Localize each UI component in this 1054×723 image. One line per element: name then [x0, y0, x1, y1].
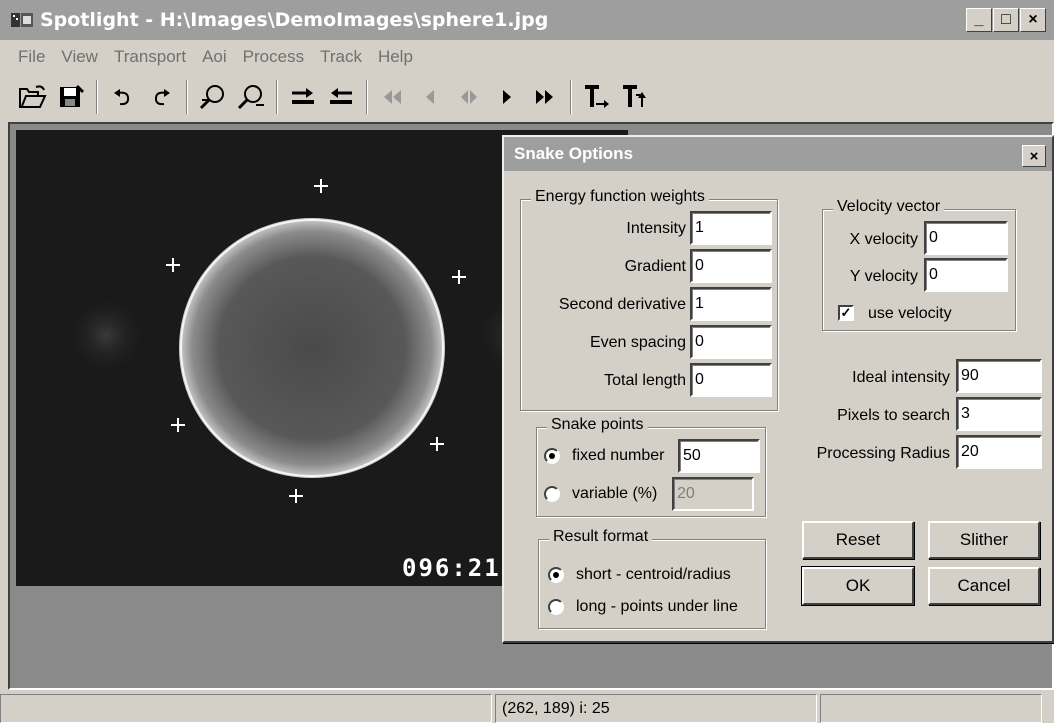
status-bar: (262, 189) i: 25	[0, 692, 1054, 723]
energy-weights-legend: Energy function weights	[531, 188, 709, 206]
menu-process[interactable]: Process	[243, 47, 304, 67]
play-icon[interactable]	[488, 79, 526, 115]
use-velocity-label: use velocity	[868, 305, 952, 322]
toolbar-separator	[96, 80, 98, 114]
dialog-title: Snake Options	[504, 137, 1052, 171]
window-title: Spotlight - H:\Images\DemoImages\sphere1…	[40, 9, 549, 31]
y-velocity-label: Y velocity	[849, 268, 918, 285]
close-button[interactable]: ×	[1020, 8, 1046, 32]
long-format-radio[interactable]	[548, 599, 564, 615]
menu-aoi[interactable]: Aoi	[202, 47, 227, 67]
toolbar	[0, 76, 1054, 118]
snake-points-legend: Snake points	[547, 416, 648, 434]
zoom-in-icon[interactable]	[194, 79, 232, 115]
total-length-label: Total length	[604, 372, 686, 389]
pixels-to-search-label: Pixels to search	[837, 407, 950, 424]
intensity-label: Intensity	[626, 220, 686, 237]
cancel-button[interactable]: Cancel	[928, 567, 1040, 605]
long-format-label: long - points under line	[576, 598, 738, 615]
fixed-number-radio[interactable]	[544, 448, 560, 464]
menu-bar: File View Transport Aoi Process Track He…	[0, 40, 1054, 74]
zoom-out-icon[interactable]	[232, 79, 270, 115]
gradient-field[interactable]	[690, 249, 772, 283]
even-spacing-label: Even spacing	[589, 334, 686, 351]
frame-icon[interactable]	[450, 79, 488, 115]
fixed-number-label: fixed number	[572, 447, 665, 464]
variable-percent-field	[672, 477, 754, 511]
variable-percent-radio[interactable]	[544, 486, 560, 502]
frame-timestamp: 096:21	[402, 554, 501, 582]
ideal-intensity-field[interactable]	[956, 359, 1042, 393]
text-up-icon[interactable]	[616, 79, 654, 115]
rewind-icon[interactable]	[374, 79, 412, 115]
second-derivative-label: Second derivative	[558, 296, 686, 313]
status-panel-right	[820, 694, 1042, 723]
title-bar: Spotlight - H:\Images\DemoImages\sphere1…	[0, 0, 1054, 40]
dialog-close-button[interactable]: ×	[1022, 145, 1046, 167]
fast-forward-icon[interactable]	[526, 79, 564, 115]
step-back-icon[interactable]	[412, 79, 450, 115]
variable-percent-label: variable (%)	[572, 485, 658, 502]
app-icon	[8, 9, 36, 31]
menu-track[interactable]: Track	[320, 47, 362, 67]
x-velocity-field[interactable]	[924, 221, 1008, 255]
menu-transport[interactable]: Transport	[114, 47, 186, 67]
second-derivative-field[interactable]	[690, 287, 772, 321]
menu-view[interactable]: View	[61, 47, 98, 67]
toolbar-separator	[366, 80, 368, 114]
reset-button[interactable]: Reset	[802, 521, 914, 559]
intensity-field[interactable]	[690, 211, 772, 245]
pixels-to-search-field[interactable]	[956, 397, 1042, 431]
status-panel-left	[0, 694, 492, 723]
fixed-number-field[interactable]	[678, 439, 760, 473]
app-window: Spotlight - H:\Images\DemoImages\sphere1…	[0, 0, 1054, 723]
menu-file[interactable]: File	[18, 47, 45, 67]
status-coordinates: (262, 189) i: 25	[495, 694, 817, 723]
gradient-label: Gradient	[624, 258, 686, 275]
x-velocity-label: X velocity	[849, 231, 918, 248]
menu-help[interactable]: Help	[378, 47, 413, 67]
redo-icon[interactable]	[142, 79, 180, 115]
slither-button[interactable]: Slither	[928, 521, 1040, 559]
short-format-label: short - centroid/radius	[576, 566, 731, 583]
result-format-legend: Result format	[549, 528, 653, 546]
undo-icon[interactable]	[104, 79, 142, 115]
arrow-right-icon[interactable]	[284, 79, 322, 115]
minimize-button[interactable]: _	[966, 8, 992, 32]
maximize-button[interactable]: □	[993, 8, 1019, 32]
use-velocity-checkbox[interactable]: ✓	[838, 305, 854, 321]
snake-options-dialog: Snake Options × Energy function weights …	[502, 135, 1054, 643]
text-right-icon[interactable]	[578, 79, 616, 115]
open-icon[interactable]	[14, 79, 52, 115]
toolbar-separator	[186, 80, 188, 114]
toolbar-separator	[570, 80, 572, 114]
even-spacing-field[interactable]	[690, 325, 772, 359]
ok-button[interactable]: OK	[801, 566, 915, 606]
save-icon[interactable]	[52, 79, 90, 115]
processing-radius-field[interactable]	[956, 435, 1042, 469]
velocity-vector-legend: Velocity vector	[833, 198, 945, 216]
processing-radius-label: Processing Radius	[816, 445, 950, 462]
y-velocity-field[interactable]	[924, 258, 1008, 292]
short-format-radio[interactable]	[548, 567, 564, 583]
toolbar-separator	[276, 80, 278, 114]
ideal-intensity-label: Ideal intensity	[852, 369, 950, 386]
arrow-left-icon[interactable]	[322, 79, 360, 115]
total-length-field[interactable]	[690, 363, 772, 397]
